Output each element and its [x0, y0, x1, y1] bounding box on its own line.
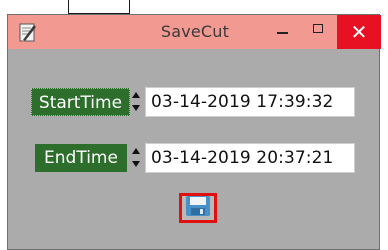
end-time-label: EndTime: [35, 144, 127, 172]
spin-down-arrow-icon[interactable]: [132, 105, 140, 111]
spin-up-arrow-icon[interactable]: [132, 148, 140, 154]
start-time-label: StartTime: [31, 88, 130, 116]
close-icon: ✕: [350, 20, 368, 44]
pen-paper-icon: [18, 21, 38, 43]
maximize-button[interactable]: [300, 15, 336, 49]
close-button[interactable]: ✕: [337, 15, 381, 49]
start-time-spinner[interactable]: [131, 88, 141, 116]
minimize-button[interactable]: [264, 15, 300, 49]
savecut-window: SaveCut ✕ StartTime 03-14-2019 17:39:32 …: [7, 14, 381, 250]
title-bar[interactable]: SaveCut ✕: [8, 15, 381, 49]
window-title: SaveCut: [160, 22, 230, 41]
start-time-input[interactable]: 03-14-2019 17:39:32: [145, 87, 355, 117]
floppy-disk-icon: [185, 195, 211, 221]
save-button[interactable]: [179, 193, 217, 223]
spin-up-arrow-icon[interactable]: [132, 92, 140, 98]
end-time-input[interactable]: 03-14-2019 20:37:21: [145, 143, 355, 173]
end-time-spinner[interactable]: [131, 144, 141, 172]
maximize-icon: [313, 23, 323, 33]
background-tab-stub: [68, 0, 130, 14]
spin-down-arrow-icon[interactable]: [132, 161, 140, 167]
minimize-icon: [276, 32, 288, 34]
